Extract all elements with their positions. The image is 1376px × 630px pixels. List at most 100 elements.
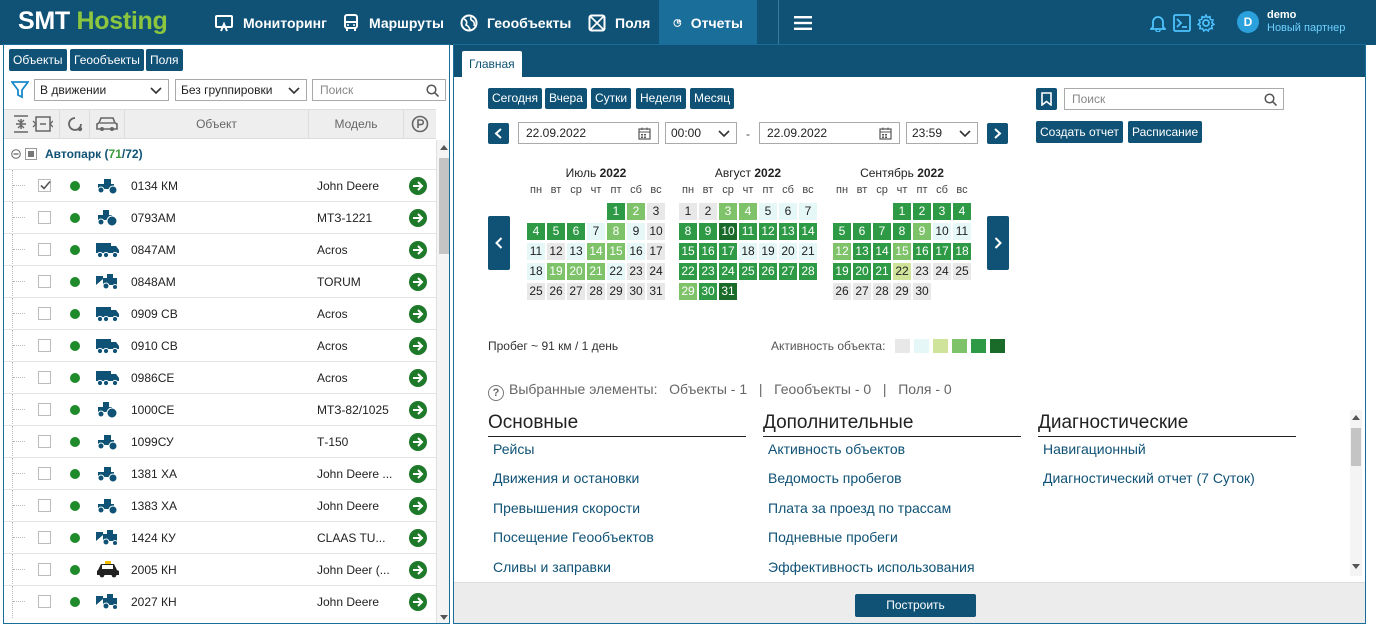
calendar-day[interactable]: 11: [739, 223, 757, 240]
objects-search-input[interactable]: Поиск: [312, 79, 446, 101]
calendar-day[interactable]: 21: [873, 263, 891, 280]
object-row[interactable]: 2027 КН John Deere: [4, 585, 436, 618]
expand-collapse-header[interactable]: [4, 110, 60, 138]
day-button[interactable]: Сутки: [591, 88, 632, 109]
object-row[interactable]: 0910 СВ Acros: [4, 329, 436, 362]
go-to-object-button[interactable]: [409, 529, 427, 547]
reports-scrollbar[interactable]: [1350, 410, 1362, 576]
calendar-day[interactable]: 22: [607, 263, 625, 280]
objects-scrollbar[interactable]: [436, 140, 449, 623]
nav-routes[interactable]: Маршруты: [328, 0, 458, 45]
help-icon[interactable]: ?: [488, 385, 504, 401]
yesterday-button[interactable]: Вчера: [545, 88, 587, 109]
gear-icon[interactable]: [1197, 14, 1215, 32]
calendar-day[interactable]: 13: [567, 243, 585, 260]
go-to-object-button[interactable]: [409, 369, 427, 387]
report-link[interactable]: Ведомость пробегов: [768, 470, 902, 486]
calendar-day[interactable]: 31: [719, 283, 737, 300]
calendar-day[interactable]: 19: [547, 263, 565, 280]
scroll-up-icon[interactable]: [440, 144, 448, 150]
report-link[interactable]: Плата за проезд по трассам: [768, 500, 951, 516]
report-link[interactable]: Навигационный: [1043, 441, 1146, 457]
go-to-object-button[interactable]: [409, 593, 427, 611]
calendar-day[interactable]: 24: [647, 263, 665, 280]
prev-period-button[interactable]: [488, 123, 509, 144]
object-row[interactable]: 2005 КН John Deer (...: [4, 553, 436, 586]
calendar-day[interactable]: 27: [853, 283, 871, 300]
object-row[interactable]: 0848АМ TORUM: [4, 265, 436, 298]
object-row[interactable]: 0793АМ МТЗ-1221: [4, 201, 436, 234]
calendar-day[interactable]: 9: [913, 223, 931, 240]
calendar-day[interactable]: 20: [567, 263, 585, 280]
calendar-day[interactable]: 7: [873, 223, 891, 240]
go-to-object-button[interactable]: [409, 273, 427, 291]
calendar-day[interactable]: 30: [627, 283, 645, 300]
calendar-day[interactable]: 9: [627, 223, 645, 240]
calendar-day[interactable]: 25: [953, 263, 971, 280]
calendar-day[interactable]: 18: [953, 243, 971, 260]
calendar-prev-button[interactable]: [488, 216, 510, 270]
group-checkbox[interactable]: [25, 148, 37, 160]
calendar-day[interactable]: 12: [759, 223, 777, 240]
object-checkbox[interactable]: [38, 307, 51, 320]
object-row[interactable]: 0986СЕ Acros: [4, 361, 436, 394]
scroll-down-icon[interactable]: [1352, 564, 1360, 570]
calendar-day[interactable]: 1: [679, 203, 697, 220]
hamburger-menu-button[interactable]: [778, 0, 826, 45]
schedule-button[interactable]: Расписание: [1128, 121, 1203, 143]
object-column-header[interactable]: Объект: [125, 110, 309, 138]
calendar-day[interactable]: 3: [933, 203, 951, 220]
status-column-header[interactable]: [60, 110, 90, 138]
calendar-day[interactable]: 13: [779, 223, 797, 240]
calendar-day[interactable]: 1: [607, 203, 625, 220]
object-row[interactable]: 0909 СВ Acros: [4, 297, 436, 330]
calendar-day[interactable]: 26: [833, 283, 851, 300]
object-checkbox[interactable]: [38, 563, 51, 576]
calendar-day[interactable]: 4: [527, 223, 545, 240]
calendar-day[interactable]: 14: [873, 243, 891, 260]
object-checkbox[interactable]: [38, 467, 51, 480]
calendar-day[interactable]: 6: [567, 223, 585, 240]
calendar-day[interactable]: 22: [893, 263, 911, 280]
calendar-day[interactable]: 2: [913, 203, 931, 220]
nav-monitoring[interactable]: Мониторинг: [200, 0, 341, 45]
bell-icon[interactable]: [1150, 14, 1166, 32]
calendar-day[interactable]: 3: [647, 203, 665, 220]
calendar-day[interactable]: 29: [679, 283, 697, 300]
calendar-day[interactable]: 7: [799, 203, 817, 220]
build-report-button[interactable]: Построить: [855, 594, 976, 617]
report-link[interactable]: Посещение Геообъектов: [493, 529, 654, 545]
nav-reports[interactable]: Отчеты: [659, 0, 757, 45]
object-checkbox[interactable]: [38, 339, 51, 352]
object-row[interactable]: 1383 ХА John Deere: [4, 489, 436, 522]
calendar-day[interactable]: 24: [719, 263, 737, 280]
nav-geoobjects[interactable]: Геообъекты: [446, 0, 585, 45]
calendar-day[interactable]: 14: [587, 243, 605, 260]
calendar-day[interactable]: 15: [893, 243, 911, 260]
calendar-day[interactable]: 28: [587, 283, 605, 300]
calendar-day[interactable]: 29: [607, 283, 625, 300]
today-button[interactable]: Сегодня: [488, 88, 542, 109]
time-to-select[interactable]: 23:59: [906, 122, 978, 144]
calendar-day[interactable]: 20: [853, 263, 871, 280]
object-row[interactable]: 1099СУ Т-150: [4, 425, 436, 458]
object-checkbox[interactable]: [38, 403, 51, 416]
calendar-day[interactable]: 7: [587, 223, 605, 240]
scroll-up-icon[interactable]: [1352, 414, 1360, 420]
calendar-next-button[interactable]: [987, 216, 1009, 270]
calendar-day[interactable]: 17: [933, 243, 951, 260]
report-link[interactable]: Эффективность использования: [768, 559, 975, 575]
calendar-day[interactable]: 13: [853, 243, 871, 260]
tab-main[interactable]: Главная: [462, 51, 522, 77]
calendar-day[interactable]: 23: [913, 263, 931, 280]
calendar-day[interactable]: 12: [547, 243, 565, 260]
object-checkbox[interactable]: [38, 211, 51, 224]
calendar-day[interactable]: 16: [627, 243, 645, 260]
object-checkbox[interactable]: [38, 499, 51, 512]
go-to-object-button[interactable]: [409, 177, 427, 195]
tab-geoobjects[interactable]: Геообъекты: [70, 49, 144, 71]
calendar-day[interactable]: 2: [699, 203, 717, 220]
object-row[interactable]: 1424 КУ CLAAS TU...: [4, 521, 436, 554]
calendar-day[interactable]: 8: [607, 223, 625, 240]
calendar-day[interactable]: 16: [913, 243, 931, 260]
